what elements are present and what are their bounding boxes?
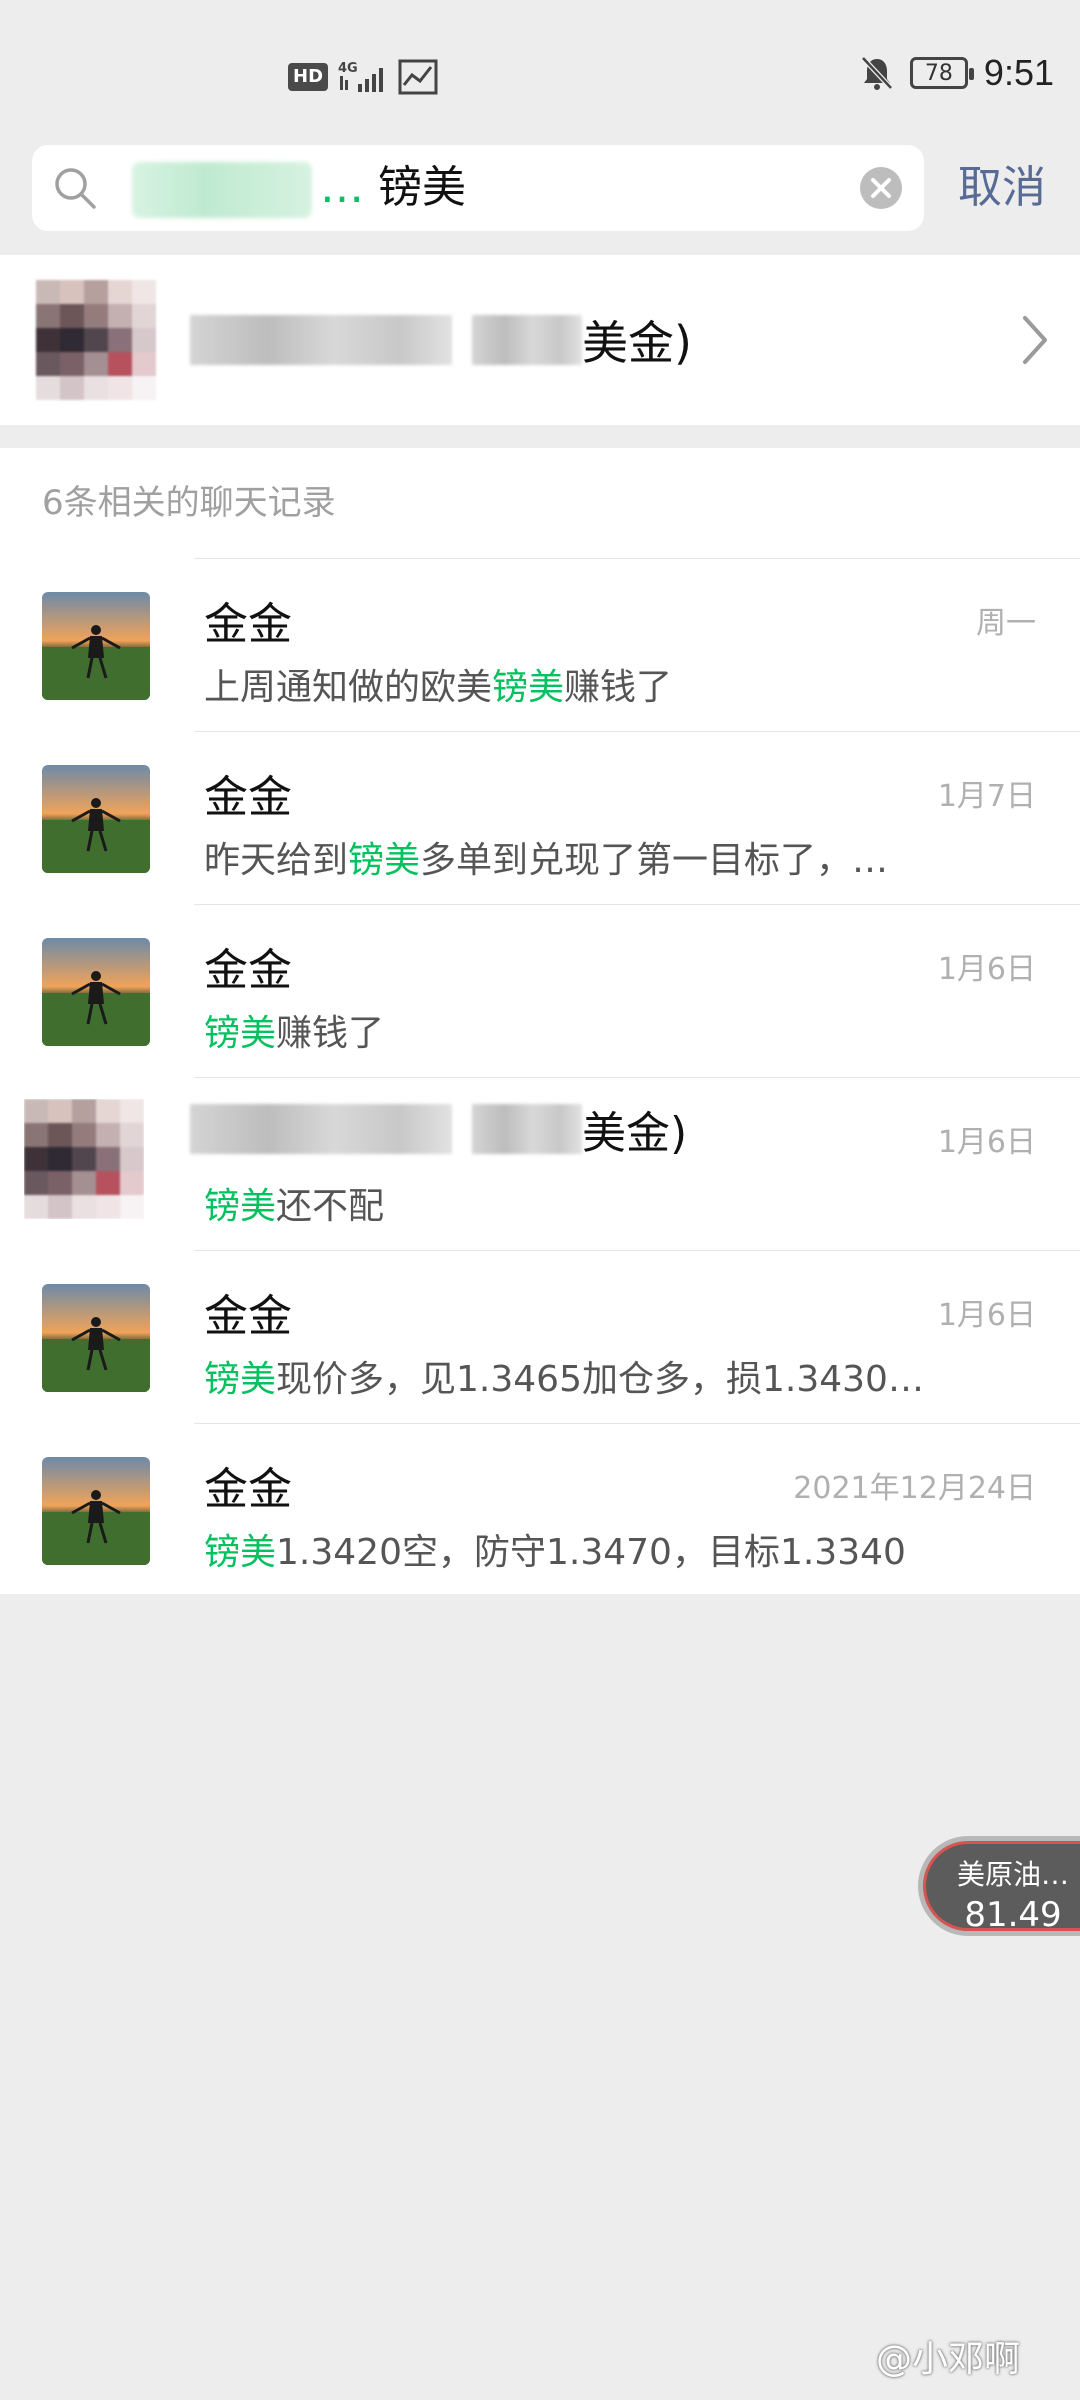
blurred-text xyxy=(472,315,582,365)
chat-record-row[interactable]: 金金 周一 上周通知做的欧美镑美赚钱了 xyxy=(0,558,1080,731)
divider xyxy=(194,904,1080,905)
message-preview: 镑美现价多，见1.3465加仓多，损1.3430… xyxy=(204,1350,944,1402)
chat-name: 金金 xyxy=(204,772,292,823)
chart-icon xyxy=(398,59,438,95)
widget-value: 81.49 xyxy=(964,1895,1062,1935)
status-left-icons: HD 4G xyxy=(288,58,438,96)
contact-name-suffix: 美金) xyxy=(582,316,692,370)
preview-text: 还不配 xyxy=(276,1186,385,1227)
preview-text: 赚钱了 xyxy=(564,667,673,708)
chat-record-row[interactable]: 金金 2021年12月24日镑美1.3420空，防守1.3470，目标1.3340 xyxy=(0,1423,1080,1596)
search-keyword: 镑美 xyxy=(364,162,466,213)
watermark: @小邓啊 xyxy=(876,2339,1021,2380)
avatar xyxy=(42,765,150,873)
preview-highlight: 镑美 xyxy=(204,1359,277,1400)
chat-record-row[interactable]: 美金) 1月6日镑美还不配 xyxy=(0,1077,1080,1250)
svg-text:4G: 4G xyxy=(338,61,358,76)
blurred-text xyxy=(472,1104,582,1154)
avatar xyxy=(42,592,150,700)
status-right-icons: 78 9:51 xyxy=(860,52,1054,94)
message-date: 1月6日 xyxy=(937,952,1036,987)
chat-record-row[interactable]: 金金 1月6日镑美赚钱了 xyxy=(0,904,1080,1077)
preview-text: 现价多，见1.3465加仓多，损1.3430… xyxy=(276,1359,924,1400)
clear-icon[interactable] xyxy=(858,165,904,211)
widget-label: 美原油… xyxy=(956,1858,1069,1891)
message-preview: 昨天给到镑美多单到兑现了第一目标了，… xyxy=(204,831,944,883)
blurred-contact-tag xyxy=(132,162,312,218)
records-count-header: 6条相关的聊天记录 xyxy=(42,483,336,523)
chat-name: 金金 xyxy=(204,1291,292,1342)
preview-highlight: 镑美 xyxy=(204,1013,277,1054)
divider xyxy=(194,1077,1080,1078)
chat-record-row[interactable]: 金金 1月6日镑美现价多，见1.3465加仓多，损1.3430… xyxy=(0,1250,1080,1423)
preview-highlight: 镑美 xyxy=(204,1186,277,1227)
chat-name: 金金 xyxy=(204,945,292,996)
cancel-button[interactable]: 取消 xyxy=(958,145,1046,231)
message-date: 周一 xyxy=(976,606,1036,641)
preview-text: 多单到兑现了第一目标了，… xyxy=(420,840,889,881)
chat-name: 美金) xyxy=(190,1097,687,1161)
search-tag-ellipsis: … xyxy=(320,162,364,213)
preview-text: 1.3420空，防守1.3470，目标1.3340 xyxy=(276,1532,906,1573)
contact-name: 美金) xyxy=(190,307,692,373)
contact-result[interactable]: 美金) xyxy=(0,255,1080,425)
message-preview: 镑美赚钱了 xyxy=(204,1004,944,1056)
avatar xyxy=(36,280,156,400)
preview-text: 赚钱了 xyxy=(276,1013,385,1054)
preview-highlight: 镑美 xyxy=(348,840,421,881)
signal-icon: 4G xyxy=(338,61,384,92)
mute-bell-icon xyxy=(861,56,893,90)
floating-quote-widget[interactable]: 美原油… 81.49 xyxy=(918,1836,1080,1936)
message-preview: 镑美1.3420空，防守1.3470，目标1.3340 xyxy=(204,1523,944,1575)
chat-name: 金金 xyxy=(204,599,292,650)
clock: 9:51 xyxy=(983,52,1054,93)
chat-records-panel: 6条相关的聊天记录 金金 周一 上周通知做的欧美镑美赚钱了 金金 1月7日 昨天给到镑美多… xyxy=(0,448,1080,1594)
preview-highlight: 镑美 xyxy=(204,1532,277,1573)
avatar xyxy=(42,1457,150,1565)
search-input[interactable]: … 镑美 xyxy=(32,145,924,231)
hd-icon: HD xyxy=(288,63,329,91)
search-query: … 镑美 xyxy=(132,145,466,231)
divider xyxy=(194,1423,1080,1424)
avatar xyxy=(24,1099,144,1219)
divider xyxy=(194,1250,1080,1251)
divider xyxy=(194,731,1080,732)
message-date: 1月6日 xyxy=(937,1298,1036,1333)
blurred-text xyxy=(190,1104,452,1154)
battery-icon: 78 xyxy=(909,57,974,89)
message-preview: 镑美还不配 xyxy=(204,1177,944,1229)
chevron-right-icon xyxy=(1023,316,1047,364)
avatar xyxy=(42,938,150,1046)
message-preview: 上周通知做的欧美镑美赚钱了 xyxy=(204,658,944,710)
avatar xyxy=(42,1284,150,1392)
chat-name: 金金 xyxy=(204,1464,292,1515)
chat-record-row[interactable]: 金金 1月7日昨天给到镑美多单到兑现了第一目标了，… xyxy=(0,731,1080,904)
message-date: 1月7日 xyxy=(937,779,1036,814)
divider xyxy=(194,558,1080,559)
chat-name-text: 美金) xyxy=(582,1108,688,1159)
message-date: 2021年12月24日 xyxy=(793,1471,1036,1506)
preview-text: 上周通知做的欧美 xyxy=(204,667,493,708)
preview-highlight: 镑美 xyxy=(492,667,565,708)
preview-text: 昨天给到 xyxy=(204,840,349,881)
search-icon xyxy=(55,168,96,209)
battery-level: 78 xyxy=(924,60,953,86)
message-date: 1月6日 xyxy=(937,1125,1036,1160)
blurred-text xyxy=(190,315,452,365)
avatar xyxy=(24,1099,144,1219)
status-bar: HD 4G 78 9:51 xyxy=(0,0,1080,140)
